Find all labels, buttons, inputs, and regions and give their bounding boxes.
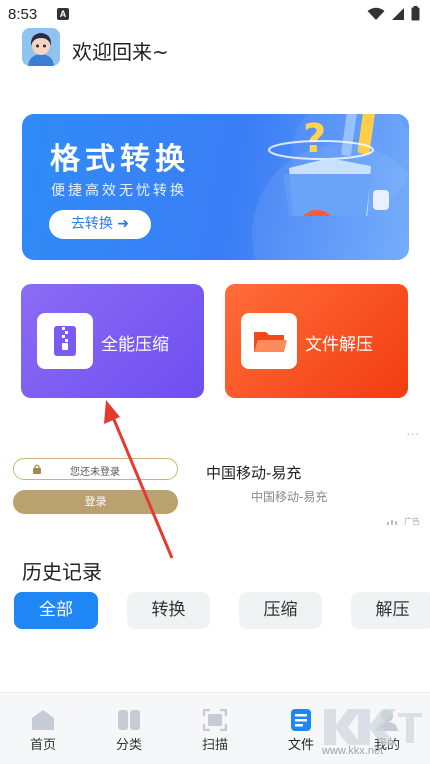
welcome-text: 欢迎回来~ — [72, 40, 169, 64]
compress-card[interactable]: 全能压缩 — [21, 284, 204, 398]
history-title: 历史记录 — [22, 560, 102, 584]
home-icon — [32, 710, 54, 730]
wifi-icon — [367, 7, 385, 20]
filter-tab-extract[interactable]: 解压 — [351, 592, 430, 629]
avatar[interactable] — [22, 28, 60, 66]
compress-icon-box — [37, 313, 93, 369]
banner-title: 格式转换 — [50, 142, 190, 177]
category-icon — [118, 710, 140, 730]
notification-icon: A — [57, 8, 69, 20]
nav-label-category: 分类 — [115, 738, 142, 753]
ad-login-notice-text: 您还未登录 — [70, 467, 120, 478]
status-bar: 8:53 A — [0, 0, 430, 28]
ad-subtitle: 中国移动-易充 — [251, 490, 328, 504]
ad-login-notice: 您还未登录 — [13, 458, 178, 480]
nav-label-scan: 扫描 — [201, 738, 228, 753]
file-icon — [291, 709, 311, 731]
nav-item-category[interactable]: 分类 — [86, 693, 172, 764]
compress-label: 全能压缩 — [101, 335, 169, 355]
ad-tag: 广告 — [387, 516, 420, 527]
lock-icon — [33, 464, 41, 474]
ad-signal-icon — [387, 519, 398, 525]
extract-label: 文件解压 — [305, 335, 373, 355]
ad-more-icon[interactable]: ··· — [407, 428, 421, 441]
ad-title[interactable]: 中国移动-易充 — [206, 462, 301, 483]
filter-tab-all[interactable]: 全部 — [14, 592, 98, 629]
zip-icon — [54, 326, 76, 356]
banner-subtitle: 便捷高效无忧转换 — [51, 183, 187, 199]
format-convert-banner[interactable]: 格式转换 便捷高效无忧转换 去转换 ➜ ? — [22, 114, 409, 260]
extract-icon-box — [241, 313, 297, 369]
status-time: 8:53 — [8, 6, 38, 23]
extract-card[interactable]: 文件解压 — [225, 284, 408, 398]
svg-text:?: ? — [303, 116, 326, 162]
folder-open-icon — [254, 332, 287, 352]
ad-login-button[interactable]: 登录 — [13, 490, 178, 514]
nav-item-scan[interactable]: 扫描 — [172, 693, 258, 764]
ad-tag-text: 广告 — [404, 517, 420, 526]
watermark-text: www.kkx.net — [322, 745, 384, 757]
go-convert-button[interactable]: 去转换 ➜ — [49, 210, 151, 239]
scan-icon — [203, 709, 227, 731]
nav-label-home: 首页 — [29, 738, 56, 753]
nav-item-home[interactable]: 首页 — [0, 693, 86, 764]
ad-panel[interactable]: 您还未登录 登录 中国移动-易充 中国移动-易充 ··· 广告 — [0, 428, 430, 532]
filter-tab-convert[interactable]: 转换 — [127, 592, 210, 629]
filter-tab-compress[interactable]: 压缩 — [239, 592, 322, 629]
signal-icon — [392, 7, 404, 20]
avatar-image — [22, 28, 60, 66]
status-icons — [367, 6, 420, 21]
battery-icon — [411, 6, 420, 21]
folder-3d-icon: ? — [268, 114, 389, 216]
